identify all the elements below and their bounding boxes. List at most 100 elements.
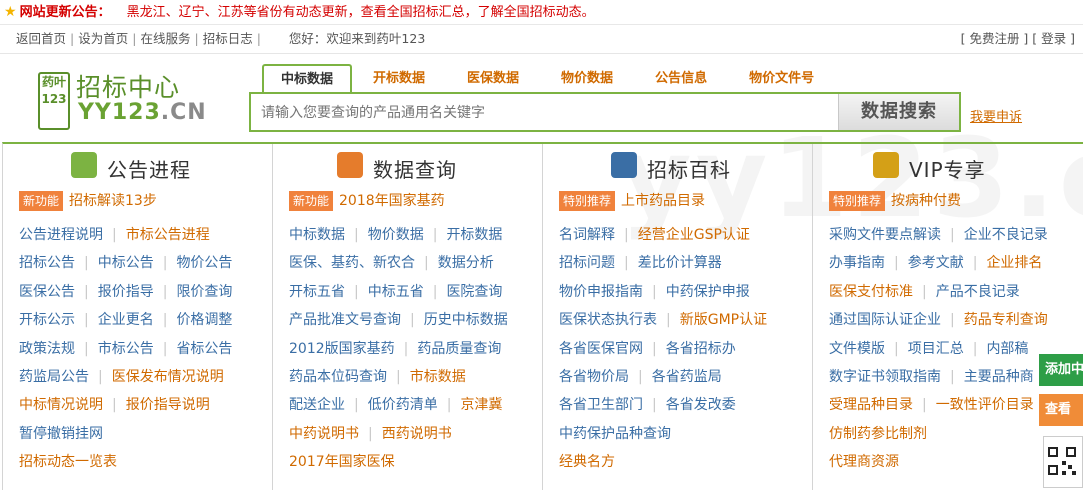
category-link[interactable]: 中标数据 [289, 227, 345, 243]
category-link[interactable]: 暂停撤销挂网 [19, 426, 103, 442]
category-link[interactable]: 招标动态一览表 [19, 454, 117, 470]
category-link[interactable]: 药品质量查询 [417, 341, 501, 357]
category-link[interactable]: 产品不良记录 [936, 284, 1020, 300]
category-link[interactable]: 中药保护品种查询 [559, 426, 671, 442]
category-link[interactable]: 物价公告 [176, 255, 232, 271]
featured-link[interactable]: 按病种付费 [891, 193, 961, 209]
tab-announcements[interactable]: 公告信息 [634, 64, 728, 92]
category-link[interactable]: 各省医保官网 [559, 341, 643, 357]
login-link[interactable]: [ 登录 ] [1032, 31, 1075, 46]
category-link[interactable]: 开标公示 [19, 312, 75, 328]
tab-opening-data[interactable]: 开标数据 [352, 64, 446, 92]
nav-set-home[interactable]: 设为首页 [78, 31, 128, 46]
divider: | [894, 340, 899, 357]
category-link[interactable]: 各省物价局 [559, 369, 629, 385]
category-link[interactable]: 一致性评价目录 [936, 397, 1034, 413]
tab-price-file-no[interactable]: 物价文件号 [728, 64, 835, 92]
category-link[interactable]: 医保、基药、新农合 [289, 255, 415, 271]
featured-link[interactable]: 上市药品目录 [621, 193, 705, 209]
category-link[interactable]: 医保状态执行表 [559, 312, 657, 328]
category-link[interactable]: 各省发改委 [666, 397, 736, 413]
category-link[interactable]: 报价指导说明 [126, 397, 210, 413]
notice-text[interactable]: 黑龙江、辽宁、江苏等省份有动态更新，查看全国招标汇总，了解全国招标动态。 [127, 5, 595, 20]
category-link[interactable]: 主要品种商 [964, 369, 1034, 385]
nav-bid-log[interactable]: 招标日志 [203, 31, 253, 46]
category-link[interactable]: 中药说明书 [289, 426, 359, 442]
category-link[interactable]: 低价药清单 [368, 397, 438, 413]
category-link[interactable]: 省标公告 [176, 341, 232, 357]
category-link[interactable]: 数据分析 [438, 255, 494, 271]
category-link[interactable]: 京津冀 [460, 397, 502, 413]
category-link[interactable]: 医保公告 [19, 284, 75, 300]
category-link[interactable]: 通过国际认证企业 [829, 312, 941, 328]
divider: | [162, 255, 168, 272]
float-view-button[interactable]: 查看 [1039, 394, 1083, 426]
category-link[interactable]: 限价查询 [176, 284, 232, 300]
category-link[interactable]: 中药保护申报 [666, 284, 750, 300]
category-link[interactable]: 经营企业GSP认证 [638, 227, 750, 243]
category-link[interactable]: 文件模版 [829, 341, 885, 357]
tab-winning-data[interactable]: 中标数据 [262, 64, 353, 94]
category-link[interactable]: 项目汇总 [908, 341, 964, 357]
category-link[interactable]: 数字证书领取指南 [829, 369, 941, 385]
category-link[interactable]: 市标公告进程 [126, 227, 210, 243]
category-link[interactable]: 招标公告 [19, 255, 75, 271]
category-link[interactable]: 名词解释 [559, 227, 615, 243]
category-link[interactable]: 采购文件要点解读 [829, 227, 941, 243]
category-link[interactable]: 药品专利查询 [964, 312, 1048, 328]
category-link[interactable]: 各省卫生部门 [559, 397, 643, 413]
category-link[interactable]: 各省招标办 [666, 341, 736, 357]
category-link[interactable]: 物价数据 [368, 227, 424, 243]
featured-link[interactable]: 2018年国家基药 [339, 193, 445, 209]
category-link[interactable]: 市标数据 [410, 369, 466, 385]
category-link[interactable]: 中标公告 [98, 255, 154, 271]
category-link[interactable]: 公告进程说明 [19, 227, 103, 243]
category-link[interactable]: 政策法规 [19, 341, 75, 357]
search-button[interactable]: 数据搜索 [838, 94, 959, 130]
category-link[interactable]: 2017年国家医保 [289, 454, 395, 470]
category-link[interactable]: 中标五省 [368, 284, 424, 300]
category-link[interactable]: 历史中标数据 [424, 312, 508, 328]
category-link[interactable]: 受理品种目录 [829, 397, 913, 413]
featured-link[interactable]: 招标解读13步 [69, 193, 157, 209]
category-link[interactable]: 仿制药参比制剂 [829, 426, 927, 442]
category-link[interactable]: 2012版国家基药 [289, 341, 395, 357]
search-input[interactable] [259, 94, 833, 132]
logo[interactable]: 药叶123 招标中心 YY123.CN [38, 70, 208, 130]
category-link[interactable]: 产品批准文号查询 [289, 312, 401, 328]
register-link[interactable]: [ 免费注册 ] [961, 31, 1029, 46]
category-link[interactable]: 参考文献 [908, 255, 964, 271]
category-link[interactable]: 开标数据 [446, 227, 502, 243]
category-link[interactable]: 办事指南 [829, 255, 885, 271]
category-link[interactable]: 经典名方 [559, 454, 615, 470]
category-link[interactable]: 内部稿 [986, 341, 1028, 357]
category-link[interactable]: 医保支付标准 [829, 284, 913, 300]
category-link[interactable]: 各省药监局 [652, 369, 722, 385]
appeal-link[interactable]: 我要申诉 [970, 106, 1022, 125]
link-row: 公告进程说明 | 市标公告进程 [3, 221, 272, 249]
category-link[interactable]: 新版GMP认证 [680, 312, 767, 328]
nav-home[interactable]: 返回首页 [16, 31, 66, 46]
category-link[interactable]: 医保发布情况说明 [112, 369, 224, 385]
category-link[interactable]: 西药说明书 [382, 426, 452, 442]
category-link[interactable]: 配送企业 [289, 397, 345, 413]
float-add-button[interactable]: 添加中 [1039, 354, 1083, 386]
category-link[interactable]: 物价申报指南 [559, 284, 643, 300]
category-link[interactable]: 差比价计算器 [638, 255, 722, 271]
category-link[interactable]: 中标情况说明 [19, 397, 103, 413]
tab-price-data[interactable]: 物价数据 [540, 64, 634, 92]
category-link[interactable]: 企业排名 [986, 255, 1042, 271]
category-link[interactable]: 报价指导 [98, 284, 154, 300]
category-link[interactable]: 药监局公告 [19, 369, 89, 385]
category-link[interactable]: 药品本位码查询 [289, 369, 387, 385]
category-link[interactable]: 企业更名 [98, 312, 154, 328]
tab-insurance-data[interactable]: 医保数据 [446, 64, 540, 92]
category-link[interactable]: 医院查询 [446, 284, 502, 300]
category-link[interactable]: 开标五省 [289, 284, 345, 300]
nav-online-service[interactable]: 在线服务 [140, 31, 190, 46]
category-link[interactable]: 市标公告 [98, 341, 154, 357]
category-link[interactable]: 企业不良记录 [964, 227, 1048, 243]
category-link[interactable]: 招标问题 [559, 255, 615, 271]
category-link[interactable]: 代理商资源 [829, 454, 899, 470]
category-link[interactable]: 价格调整 [176, 312, 232, 328]
